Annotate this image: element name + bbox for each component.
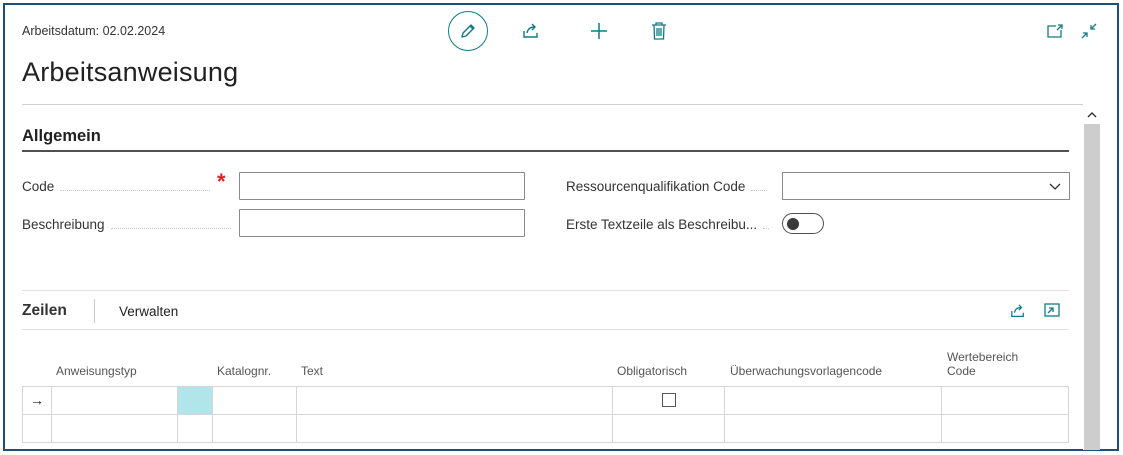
obligatorisch-checkbox[interactable] xyxy=(662,393,676,407)
table-row[interactable]: → xyxy=(23,387,1068,415)
delete-button[interactable] xyxy=(647,19,671,43)
required-indicator: * xyxy=(217,169,226,194)
scroll-up-button[interactable] xyxy=(1083,106,1100,122)
collapse-icon xyxy=(1081,23,1097,39)
page-title: Arbeitsanweisung xyxy=(22,57,239,87)
open-in-new-window-button[interactable] xyxy=(1045,21,1065,41)
column-header-katalognr[interactable]: Katalognr. xyxy=(217,364,271,378)
trash-icon xyxy=(652,22,666,40)
code-label: Code xyxy=(22,179,211,194)
lines-header-divider xyxy=(94,299,95,323)
erste-textzeile-label: Erste Textzeile als Beschreibu... xyxy=(566,217,770,232)
column-header-obligatorisch[interactable]: Obligatorisch xyxy=(617,364,687,378)
section-underline xyxy=(22,150,1069,152)
active-cell[interactable] xyxy=(177,387,212,414)
lines-top-divider xyxy=(22,290,1069,291)
share-icon xyxy=(523,23,538,38)
row-indicator-arrow-icon: → xyxy=(30,392,44,408)
column-header-wertebereich-code[interactable]: Wertebereich Code xyxy=(947,350,1018,378)
code-label-text: Code xyxy=(22,179,55,194)
lines-bottom-divider xyxy=(22,329,1069,330)
open-in-new-window-icon xyxy=(1047,24,1063,38)
plus-icon xyxy=(591,23,607,39)
share-button[interactable] xyxy=(519,19,543,43)
page-frame: Arbeitsdatum: 02.02.2024 Arbeitsanweisun… xyxy=(3,3,1119,451)
expand-icon xyxy=(1044,303,1060,317)
code-input[interactable] xyxy=(239,172,525,200)
work-date: Arbeitsdatum: 02.02.2024 xyxy=(22,24,166,38)
share-icon xyxy=(1011,304,1024,317)
beschreibung-label: Beschreibung xyxy=(22,217,231,232)
lines-expand-button[interactable] xyxy=(1044,303,1062,321)
column-header-ueberwachungsvorlagencode[interactable]: Überwachungsvorlagencode xyxy=(730,364,882,378)
erste-textzeile-toggle[interactable] xyxy=(782,213,824,234)
column-header-wertebereich-line1: Wertebereich xyxy=(947,350,1019,364)
lines-title: Zeilen xyxy=(22,302,67,319)
ressourcenqualifikation-label-text: Ressourcenqualifikation Code xyxy=(566,179,746,194)
chevron-down-icon xyxy=(1049,183,1061,190)
pencil-icon xyxy=(461,24,475,38)
column-header-wertebereich-line2: Code xyxy=(947,364,976,378)
new-button[interactable] xyxy=(587,19,611,43)
lines-share-button[interactable] xyxy=(1010,303,1028,321)
table-row[interactable] xyxy=(23,415,1068,443)
section-title: Allgemein xyxy=(22,127,101,145)
manage-button[interactable]: Verwalten xyxy=(119,304,178,319)
beschreibung-input[interactable] xyxy=(239,209,525,237)
collapse-button[interactable] xyxy=(1079,21,1099,41)
vertical-scrollbar[interactable] xyxy=(1083,104,1100,450)
header-divider xyxy=(22,104,1089,105)
erste-textzeile-label-text: Erste Textzeile als Beschreibu... xyxy=(566,217,758,232)
column-header-text[interactable]: Text xyxy=(301,364,323,378)
edit-button[interactable] xyxy=(448,11,488,51)
ressourcenqualifikation-select[interactable] xyxy=(782,172,1070,200)
lines-grid: → xyxy=(22,386,1069,443)
toggle-knob xyxy=(787,217,799,230)
ressourcenqualifikation-label: Ressourcenqualifikation Code xyxy=(566,179,768,194)
beschreibung-label-text: Beschreibung xyxy=(22,217,105,232)
column-header-anweisungstyp[interactable]: Anweisungstyp xyxy=(56,364,137,378)
chevron-up-icon xyxy=(1087,111,1096,117)
scroll-thumb[interactable] xyxy=(1084,124,1100,450)
